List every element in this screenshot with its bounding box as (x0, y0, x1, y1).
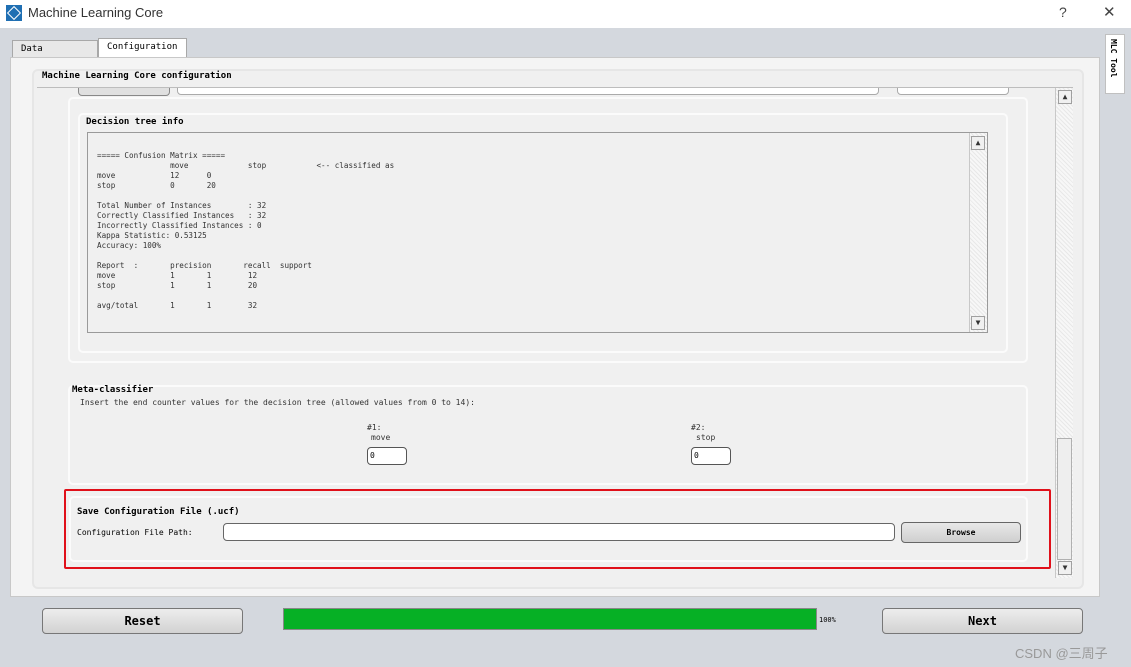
meta-item-1-id: #1: (367, 423, 382, 432)
close-button[interactable]: ✕ (1103, 3, 1116, 21)
partial-input-2[interactable] (897, 88, 1009, 95)
side-tab-mlc-tool[interactable]: MLC Tool (1105, 34, 1125, 94)
meta-classifier-description: Insert the end counter values for the de… (80, 398, 475, 407)
next-button[interactable]: Next (882, 608, 1083, 634)
configuration-file-path-label: Configuration File Path: (77, 528, 193, 537)
progress-fill (284, 609, 816, 629)
meta-classifier-title: Meta-classifier (72, 385, 154, 395)
meta-item-2-input[interactable]: 0 (691, 447, 731, 465)
main-scroll-thumb[interactable] (1057, 438, 1072, 560)
partial-input[interactable] (177, 88, 879, 95)
progress-bar (283, 608, 817, 630)
scroll-up-icon[interactable]: ▲ (971, 136, 985, 150)
meta-item-2-name: stop (696, 433, 716, 442)
tab-configuration[interactable]: Configuration (98, 38, 187, 57)
meta-item-2-id: #2: (691, 423, 706, 432)
configuration-file-path-input[interactable] (223, 523, 895, 541)
browse-button[interactable]: Browse (901, 522, 1021, 543)
side-tab-label: MLC Tool (1109, 39, 1118, 78)
main-scrollbar[interactable]: ▲ ▼ (1055, 88, 1073, 578)
title-bar: Machine Learning Core ? ✕ (0, 0, 1131, 28)
scroll-down-icon[interactable]: ▼ (971, 316, 985, 330)
reset-button[interactable]: Reset (42, 608, 243, 634)
meta-item-1-input[interactable]: 0 (367, 447, 407, 465)
progress-text: 100% (819, 616, 836, 624)
main-scroll-up-icon[interactable]: ▲ (1058, 90, 1072, 104)
decision-tree-content: ===== Confusion Matrix ===== move stop <… (97, 151, 395, 310)
meta-item-1-name: move (371, 433, 391, 442)
tab-data-patterns[interactable]: Data Patterns (12, 40, 98, 70)
partial-button[interactable] (78, 88, 170, 96)
decision-tree-title: Decision tree info (86, 117, 184, 127)
decision-tree-scrollbar[interactable]: ▲ ▼ (969, 133, 987, 332)
app-icon (6, 5, 22, 21)
decision-tree-info-text[interactable]: ===== Confusion Matrix ===== move stop <… (87, 132, 988, 333)
save-configuration-title: Save Configuration File (.ucf) (77, 507, 240, 517)
window-title: Machine Learning Core (28, 5, 164, 20)
main-scroll-down-icon[interactable]: ▼ (1058, 561, 1072, 575)
group-title: Machine Learning Core configuration (40, 71, 234, 81)
help-button[interactable]: ? (1059, 4, 1067, 20)
watermark: CSDN @三周子 (1015, 646, 1108, 661)
